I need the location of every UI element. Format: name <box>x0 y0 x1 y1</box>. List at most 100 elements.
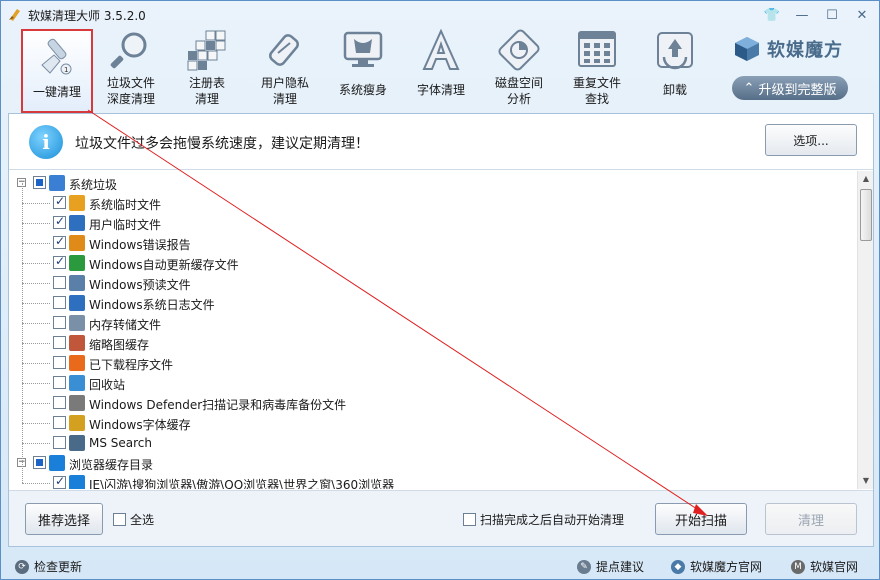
item-checkbox[interactable] <box>33 176 46 189</box>
main-panel: i 垃圾文件过多会拖慢系统速度，建议定期清理！ 选项... −系统垃圾系统临时文… <box>8 113 874 547</box>
tree-item-row[interactable]: MS Search <box>9 433 857 453</box>
item-checkbox[interactable] <box>53 396 66 409</box>
feedback-icon: ✎ <box>577 559 591 574</box>
tool-label: 卸载 <box>662 83 687 97</box>
tool-uninstall[interactable]: 卸载 <box>637 29 713 113</box>
tool-privacy-clean[interactable]: 用户隐私 清理 <box>247 29 323 113</box>
select-all-checkbox[interactable]: 全选 <box>113 511 154 528</box>
search-icon <box>69 435 85 451</box>
memory-dump-icon <box>69 315 85 331</box>
upgrade-button[interactable]: ⌃ 升级到完整版 <box>732 76 848 100</box>
double-chevron-up-icon: ⌃ <box>743 80 755 96</box>
checkbox[interactable] <box>113 513 126 526</box>
cube-small-icon: ◆ <box>671 559 685 574</box>
item-label: 系统临时文件 <box>89 198 162 212</box>
tool-system-slim[interactable]: 系统瘦身 <box>325 29 401 113</box>
ruanmei-site-link[interactable]: M 软媒官网 <box>791 558 858 575</box>
item-checkbox[interactable] <box>53 474 66 489</box>
tree-item-row[interactable]: Windows错误报告 <box>9 233 857 253</box>
recommend-button[interactable]: 推荐选择 <box>25 503 103 535</box>
item-checkbox[interactable] <box>53 296 66 309</box>
item-checkbox[interactable] <box>53 276 66 289</box>
tree-item-row[interactable]: 内存转储文件 <box>9 313 857 333</box>
monitor-icon <box>343 31 383 67</box>
auto-clean-label: 扫描完成之后自动开始清理 <box>480 513 625 527</box>
feedback-link[interactable]: ✎ 提点建议 <box>577 558 644 575</box>
tool-deep-clean[interactable]: 垃圾文件 深度清理 <box>93 29 169 113</box>
tree-item-row[interactable]: Windows预读文件 <box>9 273 857 293</box>
feedback-label: 提点建议 <box>596 560 645 574</box>
tree-item-row[interactable]: Windows自动更新缓存文件 <box>9 253 857 273</box>
tool-label: 重复文件 查找 <box>572 76 621 106</box>
tree-group-row[interactable]: − 浏览器缓存目录 <box>9 453 857 473</box>
recycle-icon <box>657 32 693 70</box>
item-checkbox[interactable] <box>53 436 66 449</box>
tree-scrollbar[interactable]: ▲ ▼ <box>857 171 873 489</box>
item-label: 已下载程序文件 <box>89 358 174 372</box>
ruanmei-site-label: 软媒官网 <box>810 560 859 574</box>
tree-item-row[interactable]: 用户临时文件 <box>9 213 857 233</box>
tool-registry-clean[interactable]: 注册表 清理 <box>169 29 245 113</box>
tool-disk-analysis[interactable]: 磁盘空间 分析 <box>481 29 557 113</box>
windows-flag-icon <box>69 195 85 211</box>
item-label: Windows错误报告 <box>89 238 191 252</box>
maximize-icon[interactable]: ☐ <box>823 7 841 23</box>
tree-connector <box>22 363 50 364</box>
brand-name: 软媒魔方 <box>767 40 843 61</box>
clean-items-tree: −系统垃圾系统临时文件用户临时文件 Windows错误报告 Windows自动更新缓… <box>9 171 857 489</box>
tree-item-row[interactable]: Windows Defender扫描记录和病毒库备份文件 <box>9 393 857 413</box>
user-icon <box>69 215 85 231</box>
auto-clean-checkbox[interactable]: 扫描完成之后自动开始清理 <box>463 511 624 528</box>
clean-button[interactable]: 清理 <box>765 503 857 535</box>
tool-label: 垃圾文件 深度清理 <box>106 76 155 106</box>
svg-text:1: 1 <box>64 66 68 74</box>
tree-item-row[interactable]: 系统临时文件 <box>9 193 857 213</box>
tool-one-click-clean[interactable]: 1 一键清理 <box>21 29 93 113</box>
tree-item-row[interactable]: 缩略图缓存 <box>9 333 857 353</box>
skin-shirt-icon[interactable]: 👕 <box>763 7 781 23</box>
title-bar: 软媒清理大师 3.5.2.0 👕 — ☐ ✕ <box>1 1 879 29</box>
tree-item-row[interactable]: 回收站 <box>9 373 857 393</box>
tree-connector <box>22 223 50 224</box>
minimize-icon[interactable]: — <box>793 7 811 23</box>
tree-item-row[interactable]: Windows字体缓存 <box>9 413 857 433</box>
item-checkbox[interactable] <box>53 376 66 389</box>
item-checkbox[interactable] <box>53 214 66 229</box>
scroll-up-icon[interactable]: ▲ <box>858 171 874 187</box>
update-icon: ⟳ <box>15 559 29 574</box>
item-checkbox[interactable] <box>53 416 66 429</box>
tree-item-row[interactable]: Windows系统日志文件 <box>9 293 857 313</box>
font-a-icon <box>422 29 460 70</box>
item-checkbox[interactable] <box>33 456 46 469</box>
checkbox[interactable] <box>463 513 476 526</box>
tree-item-row[interactable]: IE\闪游\搜狗浏览器\傲游\QQ浏览器\世界之窗\360浏览器 <box>9 473 857 489</box>
tree-group-row[interactable]: − 系统垃圾 <box>9 173 857 193</box>
check-update-link[interactable]: ⟳ 检查更新 <box>15 558 82 575</box>
tool-duplicate-finder[interactable]: 重复文件 查找 <box>559 29 635 113</box>
item-label: Windows预读文件 <box>89 278 191 292</box>
item-checkbox[interactable] <box>53 254 66 269</box>
info-bar: i 垃圾文件过多会拖慢系统速度，建议定期清理！ 选项... <box>9 114 873 170</box>
scroll-down-icon[interactable]: ▼ <box>858 473 874 489</box>
tool-font-clean[interactable]: 字体清理 <box>403 29 479 113</box>
item-checkbox[interactable] <box>53 234 66 249</box>
item-label: MS Search <box>89 436 153 450</box>
tree-connector <box>22 263 50 264</box>
registry-blocks-icon <box>187 30 226 71</box>
tool-label: 字体清理 <box>416 83 465 97</box>
scroll-thumb[interactable] <box>860 189 872 241</box>
item-checkbox[interactable] <box>53 316 66 329</box>
start-scan-button[interactable]: 开始扫描 <box>655 503 747 535</box>
tool-label: 用户隐私 清理 <box>260 76 309 106</box>
prefetch-icon <box>69 275 85 291</box>
warning-icon <box>69 235 85 251</box>
mofang-site-link[interactable]: ◆ 软媒魔方官网 <box>671 558 762 575</box>
options-button[interactable]: 选项... <box>765 124 857 156</box>
item-checkbox[interactable] <box>53 194 66 209</box>
tree-item-row[interactable]: 已下载程序文件 <box>9 353 857 373</box>
item-checkbox[interactable] <box>53 356 66 369</box>
close-icon[interactable]: ✕ <box>853 7 871 23</box>
log-icon <box>69 295 85 311</box>
item-checkbox[interactable] <box>53 336 66 349</box>
tree-connector <box>22 243 50 244</box>
